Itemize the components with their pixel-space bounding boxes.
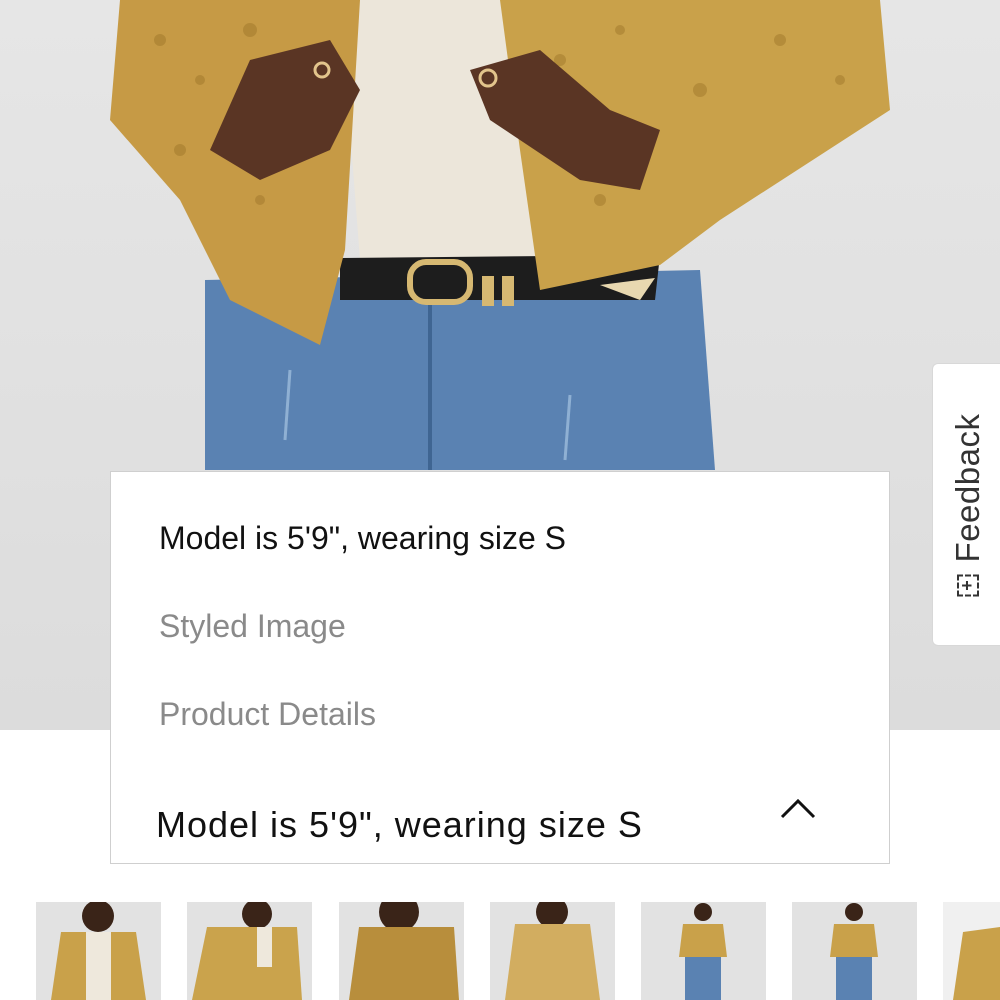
thumbnail-6[interactable] — [792, 902, 917, 1000]
dropdown-option-model-size[interactable]: Model is 5'9", wearing size S — [159, 520, 566, 557]
thumbnail-1[interactable] — [36, 902, 161, 1000]
thumbnail-7[interactable] — [943, 902, 1000, 1000]
thumbnail-3[interactable] — [339, 902, 464, 1000]
feedback-tab[interactable]: + Feedback — [932, 363, 1000, 646]
dropdown-option-styled-image[interactable]: Styled Image — [159, 608, 346, 645]
dropdown-option-product-details[interactable]: Product Details — [159, 696, 376, 733]
image-view-dropdown[interactable]: Model is 5'9", wearing size S Styled Ima… — [110, 471, 890, 864]
thumbnail-5[interactable] — [641, 902, 766, 1000]
dropdown-selected-value[interactable]: Model is 5'9", wearing size S — [156, 804, 643, 846]
thumbnail-strip — [0, 902, 1000, 1000]
chevron-up-icon[interactable] — [779, 797, 817, 821]
thumbnail-2[interactable] — [187, 902, 312, 1000]
plus-box-icon: + — [956, 573, 979, 596]
feedback-label: Feedback — [948, 413, 986, 562]
thumbnail-4[interactable] — [490, 902, 615, 1000]
